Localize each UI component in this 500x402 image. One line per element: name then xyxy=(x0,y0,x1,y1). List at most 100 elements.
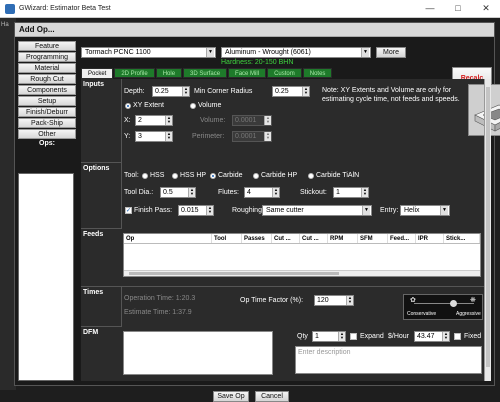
chevron-down-icon: ▼ xyxy=(440,206,448,215)
qty-field[interactable]: 1 ▲ ▼ xyxy=(312,331,346,342)
tab-pocket[interactable]: Pocket xyxy=(81,68,114,79)
scrollbar-thumb[interactable] xyxy=(129,272,339,275)
spinner-icon[interactable]: ▲ ▼ xyxy=(346,296,353,305)
scrollbar-thumb[interactable] xyxy=(486,87,490,367)
sidebar-item-other[interactable]: Other xyxy=(18,129,76,139)
column-header[interactable]: SFM xyxy=(358,234,388,243)
tool-carbide-radio[interactable] xyxy=(210,173,216,179)
horizontal-scrollbar[interactable] xyxy=(124,270,480,276)
finish-pass-field[interactable]: 0.015 ▲ ▼ xyxy=(178,205,214,216)
dfm-notes[interactable] xyxy=(123,331,273,375)
dfm-section: DFM Qty 1 ▲ ▼ Expand $/Hour 43.47 ▲ ▼ Fixed … xyxy=(81,327,484,381)
save-op-button[interactable]: Save Op xyxy=(213,391,249,402)
ops-list[interactable] xyxy=(18,173,74,381)
finish-pass-value: 0.015 xyxy=(181,207,199,214)
material-value: Aluminum - Wrought (6061) xyxy=(225,49,311,56)
spinner-icon[interactable]: ▲ ▼ xyxy=(165,132,172,141)
material-select[interactable]: Aluminum - Wrought (6061) ▼ xyxy=(221,47,371,58)
sidebar-item-setup[interactable]: Setup xyxy=(18,96,76,106)
spinner-icon[interactable]: ▲ ▼ xyxy=(206,206,213,215)
column-header[interactable]: Feed... xyxy=(388,234,416,243)
cancel-button[interactable]: Cancel xyxy=(255,391,289,402)
expand-checkbox[interactable] xyxy=(350,333,357,340)
per-hour-field[interactable]: 43.47 ▲ ▼ xyxy=(414,331,450,342)
tab-3d-surface[interactable]: 3D Surface xyxy=(183,68,228,78)
tab-hole[interactable]: Hole xyxy=(155,68,183,78)
feeds-section: Feeds Op Tool Passes Cut ... Cut ... RPM… xyxy=(81,229,484,287)
tool-dia-field[interactable]: 0.5 ▲ ▼ xyxy=(160,187,196,198)
volume-label: Volume xyxy=(198,102,222,109)
column-header[interactable]: Cut ... xyxy=(272,234,300,243)
per-hour-label: $/Hour xyxy=(388,333,410,340)
description-field[interactable]: Enter description xyxy=(295,346,482,374)
conservative-label: Conservative xyxy=(407,311,437,317)
more-button[interactable]: More xyxy=(376,47,406,58)
finish-pass-checkbox[interactable]: ✓ xyxy=(125,207,132,214)
sidebar-item-finish-deburr[interactable]: Finish/Deburr xyxy=(18,107,76,117)
depth-field[interactable]: 0.25 ▲ ▼ xyxy=(152,86,190,97)
sidebar-item-pack-ship[interactable]: Pack-Ship xyxy=(18,118,76,128)
machine-select[interactable]: Tormach PCNC 1100 ▼ xyxy=(81,47,216,58)
min-corner-label: Min Corner Radius xyxy=(194,88,253,95)
y-label: Y: xyxy=(124,133,131,140)
spinner-icon[interactable]: ▲ ▼ xyxy=(272,188,279,197)
sidebar-item-programming[interactable]: Programming xyxy=(18,52,76,62)
flutes-field[interactable]: 4 ▲ ▼ xyxy=(244,187,280,198)
tool-hss-hp-radio[interactable] xyxy=(172,173,178,179)
stickout-field[interactable]: 1 ▲ ▼ xyxy=(333,187,369,198)
volume-radio[interactable] xyxy=(190,103,196,109)
spinner-icon[interactable]: ▲ ▼ xyxy=(338,332,345,341)
tool-carbide-hp-radio[interactable] xyxy=(253,173,259,179)
sidebar: Feature Programming Material Rough Cut C… xyxy=(18,41,76,147)
maximize-icon[interactable]: □ xyxy=(444,3,472,14)
entry-value: Helix xyxy=(404,207,420,214)
column-header[interactable]: Passes xyxy=(242,234,272,243)
sidebar-item-material[interactable]: Material xyxy=(18,63,76,73)
op-time-factor-field[interactable]: 120 ▲ ▼ xyxy=(314,295,354,306)
column-header[interactable]: Tool xyxy=(212,234,242,243)
tab-2d-profile[interactable]: 2D Profile xyxy=(114,68,155,78)
feeds-table-header: Op Tool Passes Cut ... Cut ... RPM SFM F… xyxy=(124,234,480,244)
column-header[interactable]: Op xyxy=(124,234,212,243)
tab-custom[interactable]: Custom xyxy=(267,68,302,78)
spinner-icon[interactable]: ▲ ▼ xyxy=(302,87,309,96)
depth-label: Depth: xyxy=(124,88,145,95)
spinner-icon[interactable]: ▲ ▼ xyxy=(442,332,449,341)
aggressiveness-slider[interactable]: ✿ ❋ Conservative Aggressive xyxy=(403,294,483,320)
vertical-scrollbar[interactable] xyxy=(484,79,491,381)
sidebar-item-components[interactable]: Components xyxy=(18,85,76,95)
tool-carbide-tialn-radio[interactable] xyxy=(308,173,314,179)
column-header[interactable]: IPR xyxy=(416,234,444,243)
column-header[interactable]: Stick... xyxy=(444,234,480,243)
y-field[interactable]: 3 ▲ ▼ xyxy=(135,131,173,142)
slider-knob[interactable] xyxy=(450,300,457,307)
spinner-icon[interactable]: ▲ ▼ xyxy=(182,87,189,96)
feeds-table[interactable]: Op Tool Passes Cut ... Cut ... RPM SFM F… xyxy=(123,233,481,277)
min-corner-field[interactable]: 0.25 ▲ ▼ xyxy=(272,86,310,97)
close-icon[interactable]: ✕ xyxy=(472,3,500,14)
tool-hss-label: HSS xyxy=(150,172,165,179)
column-header[interactable]: RPM xyxy=(328,234,358,243)
perimeter-field[interactable]: 0.0001 ▲ ▼ xyxy=(232,131,272,142)
x-label: X: xyxy=(124,117,131,124)
spinner-icon[interactable]: ▲ ▼ xyxy=(188,188,195,197)
sidebar-item-feature[interactable]: Feature xyxy=(18,41,76,51)
x-field[interactable]: 2 ▲ ▼ xyxy=(135,115,173,126)
spinner-icon[interactable]: ▲ ▼ xyxy=(165,116,172,125)
roughing-select[interactable]: Same cutter ▼ xyxy=(262,205,372,216)
tool-hss-radio[interactable] xyxy=(142,173,148,179)
fixed-checkbox[interactable] xyxy=(454,333,461,340)
chevron-down-icon: ▼ xyxy=(206,48,214,57)
spinner-icon[interactable]: ▲ ▼ xyxy=(264,132,271,141)
spinner-icon[interactable]: ▲ ▼ xyxy=(361,188,368,197)
tab-face-mill[interactable]: Face Mill xyxy=(228,68,267,78)
sidebar-item-rough-cut[interactable]: Rough Cut xyxy=(18,74,76,84)
minimize-icon[interactable]: — xyxy=(416,3,444,14)
entry-select[interactable]: Helix ▼ xyxy=(400,205,450,216)
chevron-down-icon: ▼ xyxy=(362,206,370,215)
spinner-icon[interactable]: ▲ ▼ xyxy=(264,116,271,125)
column-header[interactable]: Cut ... xyxy=(300,234,328,243)
xy-extent-radio[interactable] xyxy=(125,103,131,109)
volume-field[interactable]: 0.0001 ▲ ▼ xyxy=(232,115,272,126)
tab-notes[interactable]: Notes xyxy=(302,68,333,78)
